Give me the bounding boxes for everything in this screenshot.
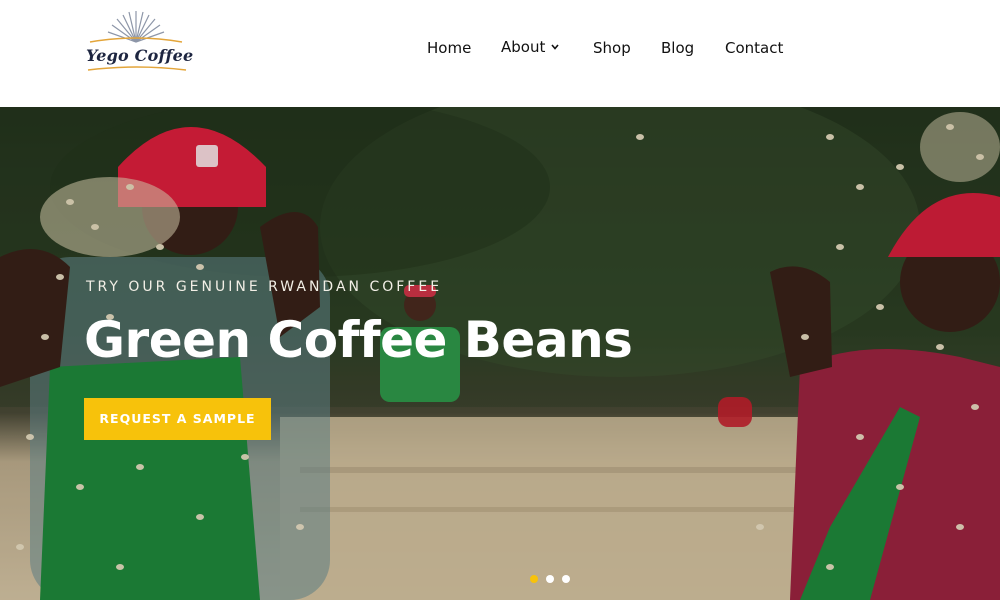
nav-about-label: About	[501, 38, 546, 56]
nav-blog[interactable]: Blog	[661, 39, 694, 57]
nav-home[interactable]: Home	[427, 39, 471, 57]
nav-shop[interactable]: Shop	[593, 39, 631, 57]
slide-dot-3[interactable]	[562, 575, 570, 583]
slide-dot-2[interactable]	[546, 575, 554, 583]
hero-tagline: TRY OUR GENUINE RWANDAN COFFEE	[86, 279, 443, 295]
request-sample-button[interactable]: REQUEST A SAMPLE	[84, 398, 271, 440]
chevron-down-icon	[551, 44, 559, 50]
main-nav: Home About Shop Blog Contact	[0, 38, 1000, 63]
nav-about[interactable]: About	[501, 38, 559, 56]
slide-dot-1[interactable]	[530, 575, 538, 583]
site-header: Yego Coffee Home About Shop Blog Contact	[0, 0, 1000, 107]
nav-contact[interactable]: Contact	[725, 39, 783, 57]
hero-slider: TRY OUR GENUINE RWANDAN COFFEE Green Cof…	[0, 107, 1000, 600]
hero-title: Green Coffee Beans	[84, 311, 633, 369]
